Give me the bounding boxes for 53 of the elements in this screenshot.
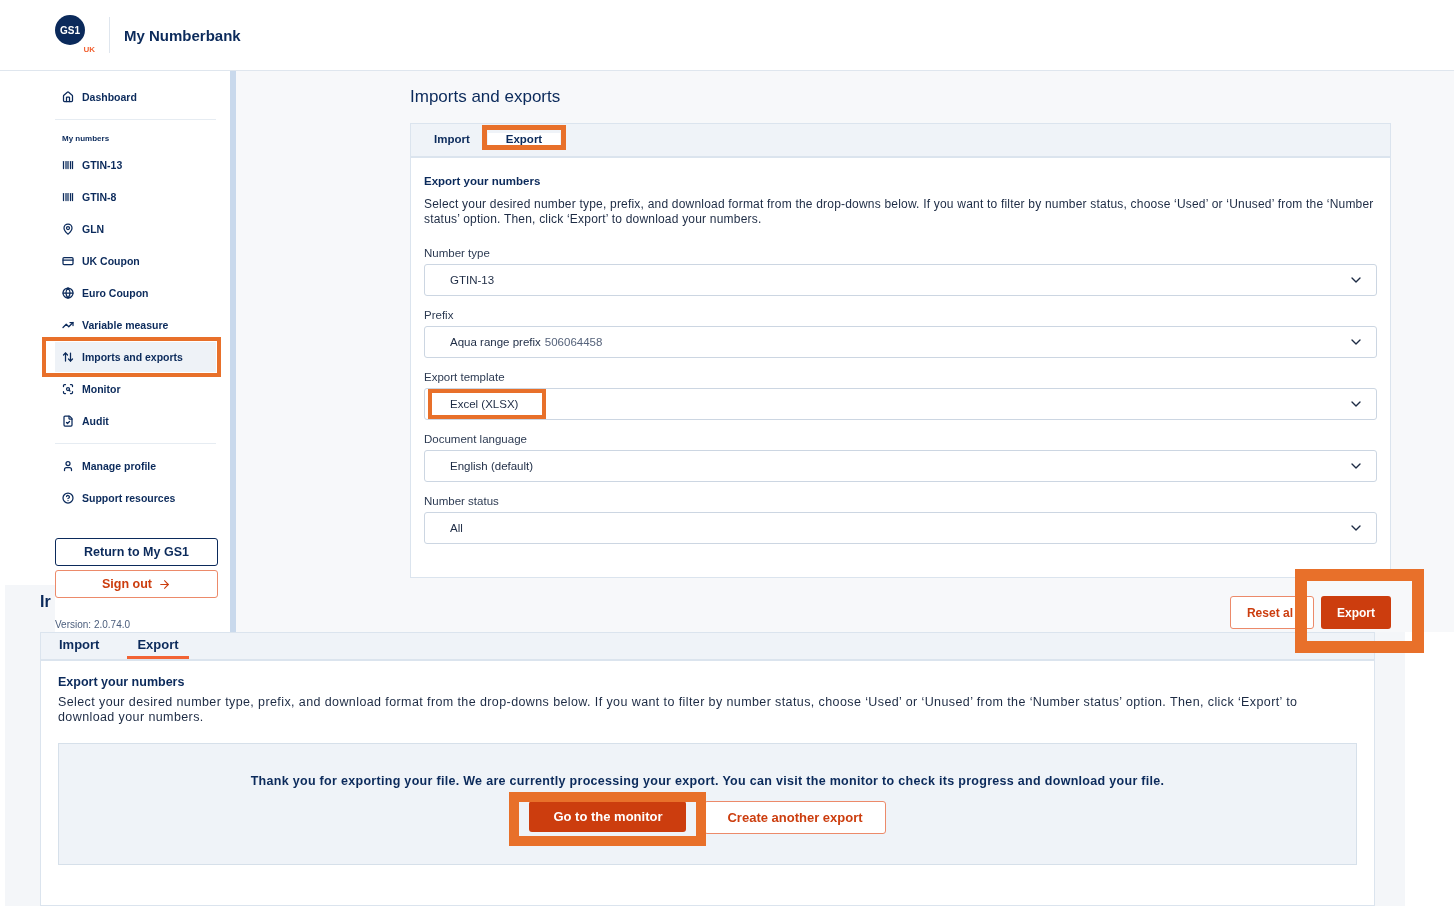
go-to-monitor-button[interactable]: Go to the monitor [529,801,687,832]
create-another-export-button[interactable]: Create another export [704,801,886,834]
dropdown[interactable]: GTIN-13 [424,264,1377,296]
field-label: Export template [424,371,506,383]
tab[interactable]: Import [424,132,480,148]
globe-icon [62,287,74,299]
logo: GS1 UK [55,15,95,55]
description: Select your desired number type, prefix, and download format from the drop-downs below. If you want to filter by number status, choose ‘Used’ or ‘Unused’ from the ‘Number status’ option. Then, click ‘Export’ to download your numbers. [58,695,1299,725]
magnifier-screen-icon [62,383,74,395]
nav-item[interactable]: Monitor [55,374,216,404]
notice-text: Thank you for exporting your file. We are currently processing your export. You can visit the monitor to check its progress and download your file. [250,774,1165,789]
section-title: Export your numbers [424,175,542,187]
person-icon [62,460,74,472]
tab[interactable]: Import [49,633,110,659]
nav-item[interactable]: Imports and exports [55,342,216,372]
page-title: Imports and exports [410,87,562,107]
home-icon [62,91,74,103]
return-button[interactable]: Return to My GS1 [55,538,218,566]
barcode-icon [62,159,74,171]
sign-out-button[interactable]: Sign out [55,570,218,598]
page-heading: Ir [40,593,51,612]
barcode-icon [62,191,74,203]
dropdown[interactable]: Excel (XLSX) [424,388,1377,420]
trend-arrow-icon [62,319,74,331]
nav-item[interactable]: GTIN-8 [55,182,216,212]
location-pin-icon [62,223,74,235]
version-text: Version: 2.0.74.0 [55,619,132,632]
nav-item[interactable]: GLN [55,214,216,244]
up-down-arrows-icon [62,351,74,363]
help-icon [62,492,74,504]
field-label: Number type [424,247,491,259]
dropdown[interactable]: All [424,512,1377,544]
nav-item[interactable]: UK Coupon [55,246,216,276]
section-title: Export your numbers [58,675,186,689]
document-check-icon [62,415,74,427]
field-label: Document language [424,433,528,445]
nav-item[interactable]: Variable measure [55,310,216,340]
export-button[interactable]: Export [1321,596,1391,629]
nav-item[interactable]: Euro Coupon [55,278,216,308]
nav-item[interactable]: Support resources [55,483,216,513]
nav-item[interactable]: Dashboard [55,82,216,112]
dropdown[interactable]: Aqua range prefix 506064458 [424,326,1377,358]
dropdown[interactable]: English (default) [424,450,1377,482]
description: Select your desired number type, prefix, and download format from the drop-downs below. If you want to filter by number status, choose ‘Used’ or ‘Unused’ from the ‘Number status’ option. Then, click ‘Export’ to download your numbers. [424,197,1375,227]
nav-item[interactable]: Manage profile [55,451,216,481]
nav-heading: My numbers [61,133,111,145]
card-icon [62,255,74,267]
field-label: Prefix [424,309,455,321]
nav-item[interactable]: GTIN-13 [55,150,216,180]
arrow-right-icon [158,577,171,591]
nav-item[interactable]: Audit [55,406,216,436]
app-title: My Numberbank [124,26,241,44]
field-label: Number status [424,495,500,507]
